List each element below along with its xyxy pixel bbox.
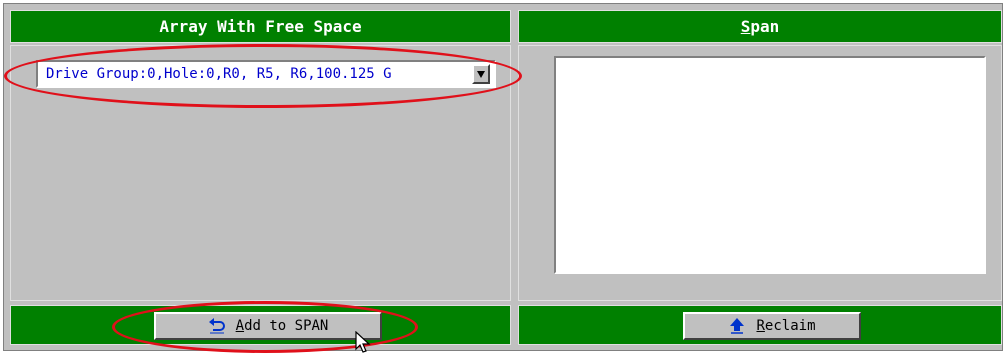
span-title: Span (740, 17, 780, 36)
array-free-space-header: Array With Free Space (10, 10, 511, 43)
reclaim-label: Reclaim (756, 318, 816, 334)
select-highlight-ellipse (4, 44, 522, 108)
array-free-space-title: Array With Free Space (159, 17, 362, 36)
up-arrow-icon (728, 318, 746, 334)
span-listbox[interactable] (554, 56, 986, 274)
reclaim-button[interactable]: Reclaim (683, 312, 861, 340)
mouse-pointer-icon (355, 331, 371, 353)
span-header: Span (518, 10, 1002, 43)
